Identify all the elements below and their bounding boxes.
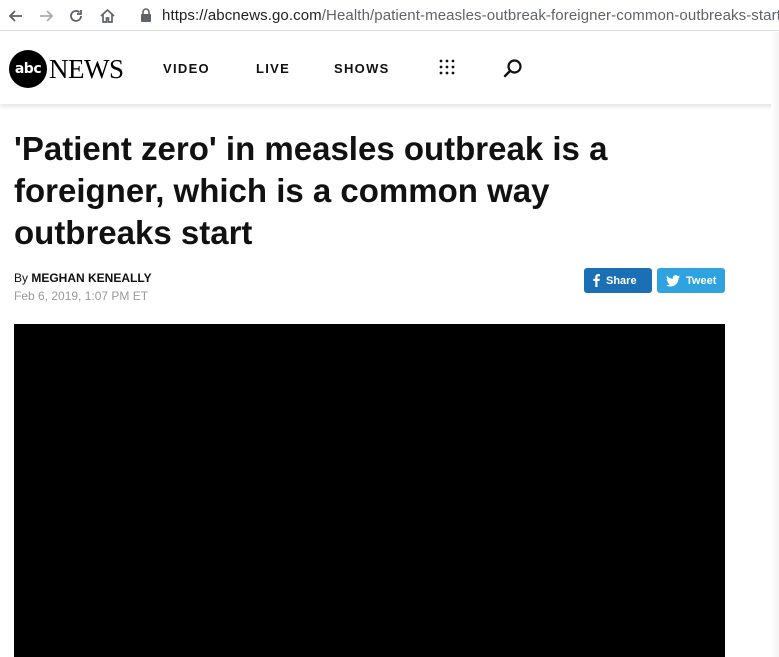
nav-video[interactable]: VIDEO — [163, 61, 210, 76]
facebook-share-label: Share — [606, 274, 637, 287]
article-date: Feb 6, 2019, 1:07 PM ET — [14, 289, 149, 303]
lock-icon — [141, 8, 151, 22]
search-icon[interactable] — [503, 58, 523, 78]
forward-button[interactable] — [36, 6, 56, 26]
home-icon — [99, 8, 115, 23]
home-button[interactable] — [97, 6, 117, 26]
page-edge-shade — [771, 32, 779, 657]
reload-icon — [70, 10, 82, 22]
twitter-tweet-label: Tweet — [686, 274, 717, 287]
reload-button[interactable] — [66, 6, 86, 26]
article-byline: By MEGHAN KENEALLY — [14, 271, 152, 285]
video-player[interactable] — [14, 324, 725, 657]
logo-news-text: NEWS — [49, 53, 124, 84]
back-arrow-icon — [8, 10, 22, 22]
abc-logo-circle: abc — [9, 50, 47, 88]
facebook-icon — [593, 274, 600, 287]
site-header: abc NEWS VIDEO LIVE SHOWS — [0, 32, 779, 104]
author-link[interactable]: MEGHAN KENEALLY — [31, 271, 151, 285]
url-host: https://abcnews.go.com — [162, 6, 322, 24]
twitter-tweet-button[interactable]: Tweet — [657, 268, 725, 293]
byline-prefix: By — [14, 271, 32, 285]
forward-arrow-icon — [40, 10, 54, 22]
abc-news-logo[interactable]: abc NEWS — [9, 49, 124, 89]
address-bar[interactable]: https://abcnews.go.com/Health/patient-me… — [140, 4, 779, 26]
nav-live[interactable]: LIVE — [256, 61, 290, 76]
url-path: /Health/patient-measles-outbreak-foreign… — [321, 6, 779, 24]
menu-grid-icon[interactable] — [438, 58, 456, 76]
nav-shows[interactable]: SHOWS — [334, 61, 390, 76]
url-text: https://abcnews.go.com/Health/patient-me… — [162, 7, 779, 24]
article-headline: 'Patient zero' in measles outbreak is a … — [14, 130, 608, 251]
facebook-share-button[interactable]: Share — [584, 268, 652, 293]
back-button[interactable] — [6, 6, 26, 26]
twitter-icon — [666, 274, 680, 287]
browser-toolbar: https://abcnews.go.com/Health/patient-me… — [0, 0, 779, 31]
